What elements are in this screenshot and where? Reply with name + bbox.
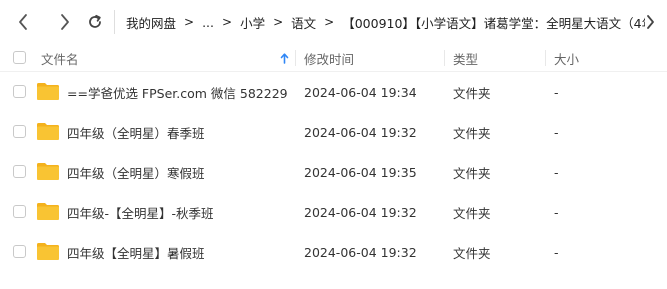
breadcrumb-item-current[interactable]: 【000910】【小学语文】诸葛学堂：全明星大语文（4年级） [342,13,645,32]
toolbar: 我的网盘 > ... > 小学 > 语文 > 【000910】【小学语文】诸葛学… [0,0,667,44]
breadcrumb-item-primary[interactable]: 小学 [240,13,265,32]
column-header-modified[interactable]: 修改时间 [304,44,354,72]
back-button[interactable] [14,12,32,32]
column-divider [444,50,445,66]
file-name[interactable]: 四年级（全明星）寒假班 [67,152,287,192]
breadcrumb-separator: > [273,15,284,29]
file-size: - [554,124,559,140]
column-divider [545,50,546,66]
row-checkbox[interactable] [13,205,26,218]
file-modified: 2024-06-04 19:32 [304,244,417,260]
row-checkbox[interactable] [13,85,26,98]
file-size: - [554,244,559,260]
file-row[interactable]: 四年级-【全明星】-秋季班 2024-06-04 19:32 文件夹 - [0,192,667,232]
file-size: - [554,84,559,100]
file-type: 文件夹 [453,245,491,261]
file-name[interactable]: ==学爸优选 FPSer.com 微信 582229... [67,72,287,112]
file-type: 文件夹 [453,125,491,141]
select-all-checkbox[interactable] [13,51,26,64]
file-modified: 2024-06-04 19:32 [304,204,417,220]
file-row[interactable]: ==学爸优选 FPSer.com 微信 582229... 2024-06-04… [0,72,667,112]
file-row[interactable]: 四年级（全明星）春季班 2024-06-04 19:32 文件夹 - [0,112,667,152]
file-modified: 2024-06-04 19:34 [304,84,417,100]
row-checkbox[interactable] [13,245,26,258]
column-header-type[interactable]: 类型 [453,44,478,72]
chevron-right-icon [647,15,654,29]
file-type: 文件夹 [453,205,491,221]
row-checkbox[interactable] [13,165,26,178]
column-header-name[interactable]: 文件名 [41,44,79,72]
file-name[interactable]: 四年级-【全明星】-秋季班 [67,192,287,232]
file-modified: 2024-06-04 19:35 [304,164,417,180]
folder-icon [37,243,59,260]
arrow-up-icon [280,52,289,64]
column-header-size[interactable]: 大小 [554,44,579,72]
folder-icon [37,123,59,140]
file-row[interactable]: 四年级【全明星】暑假班 2024-06-04 19:32 文件夹 - [0,232,667,272]
column-divider [295,50,296,66]
refresh-icon [89,14,101,28]
row-checkbox[interactable] [13,125,26,138]
file-name[interactable]: 四年级（全明星）春季班 [67,112,287,152]
file-modified: 2024-06-04 19:32 [304,124,417,140]
chevron-left-icon [19,14,27,30]
file-type: 文件夹 [453,85,491,101]
refresh-button[interactable] [86,12,104,32]
breadcrumb: 我的网盘 > ... > 小学 > 语文 > 【000910】【小学语文】诸葛学… [126,0,645,44]
file-size: - [554,204,559,220]
breadcrumb-separator: > [184,15,195,29]
file-row[interactable]: 四年级（全明星）寒假班 2024-06-04 19:35 文件夹 - [0,152,667,192]
forward-button[interactable] [56,12,74,32]
folder-icon [37,163,59,180]
folder-icon [37,83,59,100]
breadcrumb-item-root[interactable]: 我的网盘 [126,13,176,32]
toolbar-divider [114,10,115,34]
folder-icon [37,203,59,220]
file-name[interactable]: 四年级【全明星】暑假班 [67,232,287,272]
file-size: - [554,164,559,180]
breadcrumb-item-ellipsis[interactable]: ... [202,15,214,30]
sort-button[interactable] [280,44,289,72]
breadcrumb-item-chinese[interactable]: 语文 [291,13,316,32]
chevron-right-icon [61,14,69,30]
breadcrumb-separator: > [222,15,233,29]
breadcrumb-overflow-button[interactable] [643,12,657,32]
file-type: 文件夹 [453,165,491,181]
file-list-header: 文件名 修改时间 类型 大小 [0,44,667,72]
breadcrumb-separator: > [324,15,335,29]
